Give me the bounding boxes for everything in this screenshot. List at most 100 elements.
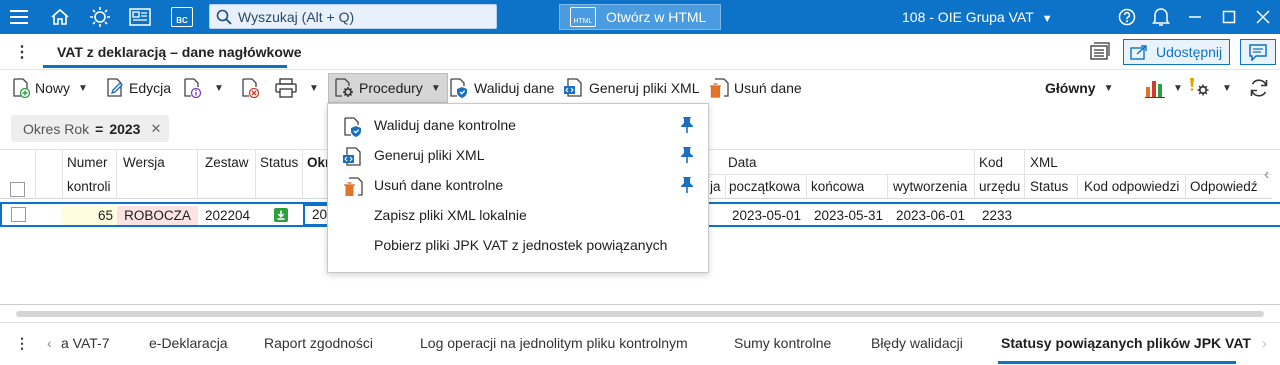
hamburger-menu-icon[interactable] [4, 0, 34, 34]
tab-sumy-kontrolne[interactable]: Sumy kontrolne [734, 335, 831, 351]
new-label: Nowy [35, 80, 71, 96]
chat-button[interactable] [1240, 39, 1276, 65]
column-header-wersja[interactable]: Wersja [123, 155, 165, 170]
tab-bledy-walidacji[interactable]: Błędy walidacji [871, 335, 963, 351]
pin-icon[interactable] [680, 146, 694, 167]
group-header-kod: Kod [979, 155, 1004, 170]
filter-chip[interactable]: Okres Rok = 2023 ✕ [11, 115, 170, 142]
column-header-ja[interactable]: ja [710, 179, 721, 194]
menu-item-fetch-jpk[interactable]: Pobierz pliki JPK VAT z jednostek powiąz… [328, 230, 708, 260]
home-icon[interactable] [45, 0, 75, 34]
remove-filter-icon[interactable]: ✕ [150, 121, 161, 137]
delete-document-button[interactable] [240, 73, 264, 103]
column-header-odpowiedz[interactable]: Odpowiedź [1190, 179, 1260, 194]
generate-xml-button[interactable]: Generuj pliki XML [563, 73, 700, 103]
tab-statusy-jpk[interactable]: Statusy powiązanych plików JPK VAT [1001, 335, 1251, 351]
chevron-down-icon: ▼ [1173, 82, 1183, 94]
refresh-button[interactable] [1248, 73, 1274, 103]
minimize-icon[interactable] [1178, 0, 1212, 34]
cell-wersja[interactable]: ROBOCZA [117, 206, 198, 225]
document-info-icon [184, 78, 202, 98]
sun-theme-icon[interactable] [85, 0, 115, 34]
html-icon: HTML [570, 7, 596, 27]
settings-warning-button[interactable]: ▼ [1188, 73, 1232, 103]
new-document-icon [13, 78, 31, 98]
filter-value: 2023 [109, 120, 141, 137]
edit-button[interactable]: Edycja [105, 73, 171, 103]
menu-item-save-xml-locally[interactable]: Zapisz pliki XML lokalnie [328, 200, 708, 230]
shield-doc-icon [342, 117, 364, 140]
column-header-xml-status[interactable]: Status [1030, 179, 1068, 194]
group-header-data: Data [728, 155, 757, 170]
validate-data-button[interactable]: Waliduj dane [448, 73, 554, 103]
tabs-scroll-left-icon[interactable]: ‹ [47, 335, 52, 351]
company-selector[interactable]: 108 - OIE Grupa VAT ▼ [902, 9, 1053, 25]
chevron-down-icon[interactable]: ▼ [214, 83, 224, 94]
chart-button[interactable]: ▼ [1144, 73, 1183, 103]
tabs-scroll-right-icon[interactable]: › [1262, 335, 1267, 351]
new-button[interactable]: Nowy ▼ [11, 73, 88, 103]
help-icon[interactable] [1110, 0, 1144, 34]
search-input[interactable] [238, 8, 478, 25]
cell-numer[interactable]: 65 [62, 206, 117, 225]
top-bar: BC HTML Otwórz w HTML 108 - OIE Grupa VA… [0, 0, 1280, 34]
open-in-html-button[interactable]: HTML Otwórz w HTML [559, 4, 721, 30]
menu-item-generate-xml[interactable]: Generuj pliki XML [328, 140, 708, 170]
cell-data-wytworzenia[interactable]: 2023-06-01 [896, 206, 965, 225]
scroll-left-icon[interactable]: ‹ [1264, 166, 1269, 184]
horizontal-scrollbar[interactable] [0, 309, 1280, 319]
search-icon [216, 9, 232, 25]
pin-icon[interactable] [680, 116, 694, 137]
column-header-kod-odpowiedzi[interactable]: Kod odpowiedzi [1084, 179, 1179, 194]
cell-kod-urzedu[interactable]: 2233 [982, 206, 1012, 225]
notification-bell-icon[interactable] [1144, 0, 1178, 34]
tab-log-operacji[interactable]: Log operacji na jednolitym pliku kontrol… [420, 335, 688, 351]
bc-icon[interactable]: BC [167, 0, 197, 34]
procedures-button[interactable]: Procedury ▼ [328, 73, 448, 103]
list-view-icon[interactable] [1090, 42, 1110, 63]
share-icon [1130, 45, 1147, 60]
column-header-status[interactable]: Status [260, 155, 298, 170]
more-tabs-icon[interactable]: ⋮ [15, 335, 29, 352]
news-icon[interactable] [125, 0, 155, 34]
cell-data-poczatkowa[interactable]: 2023-05-01 [732, 206, 801, 225]
maximize-icon[interactable] [1212, 0, 1246, 34]
column-header-zestaw[interactable]: Zestaw [205, 155, 249, 170]
column-header-poczatkowa[interactable]: początkowa [729, 179, 800, 194]
pin-icon[interactable] [680, 176, 694, 197]
edit-document-icon [107, 78, 123, 97]
scrollbar-thumb[interactable] [16, 311, 1264, 317]
row-checkbox[interactable] [11, 207, 26, 222]
group-header-xml: XML [1030, 155, 1058, 170]
close-icon[interactable] [1246, 0, 1280, 34]
search-box[interactable] [209, 4, 497, 29]
chevron-down-icon: ▼ [430, 82, 441, 94]
view-selector[interactable]: Główny ▼ [1045, 73, 1113, 103]
chevron-down-icon[interactable]: ▼ [78, 83, 88, 94]
tab-e-deklaracja[interactable]: e-Deklaracja [149, 335, 228, 351]
delete-data-button[interactable]: Usuń dane [708, 73, 802, 103]
column-header-numer[interactable]: Numer [67, 155, 108, 170]
column-header-urzedu[interactable]: urzędu [979, 179, 1020, 194]
chevron-down-icon: ▼ [1103, 82, 1114, 94]
column-header-koncowa[interactable]: końcowa [811, 179, 864, 194]
column-header-wytworzenia[interactable]: wytworzenia [893, 179, 967, 194]
active-bottom-tab-indicator [998, 361, 1236, 364]
cell-okres[interactable]: 20 [303, 204, 329, 226]
menu-item-validate[interactable]: Waliduj dane kontrolne [328, 110, 708, 140]
print-button[interactable]: ▼ [275, 73, 319, 103]
share-button[interactable]: Udostępnij [1123, 39, 1230, 65]
menu-item-label: Waliduj dane kontrolne [374, 117, 516, 133]
document-info-button[interactable]: ▼ [182, 73, 224, 103]
chevron-down-icon[interactable]: ▼ [309, 83, 319, 94]
procedures-label: Procedury [359, 80, 423, 96]
cell-zestaw[interactable]: 202204 [205, 206, 250, 225]
more-options-icon[interactable]: ⋮ [14, 42, 30, 62]
tab-vat-7[interactable]: a VAT-7 [61, 335, 110, 351]
generate-xml-label: Generuj pliki XML [589, 80, 700, 96]
tab-raport-zgodnosci[interactable]: Raport zgodności [264, 335, 373, 351]
menu-item-label: Usuń dane kontrolne [374, 177, 504, 193]
cell-data-koncowa[interactable]: 2023-05-31 [814, 206, 883, 225]
menu-item-delete-data[interactable]: Usuń dane kontrolne [328, 170, 708, 200]
select-all-checkbox[interactable] [10, 182, 25, 197]
